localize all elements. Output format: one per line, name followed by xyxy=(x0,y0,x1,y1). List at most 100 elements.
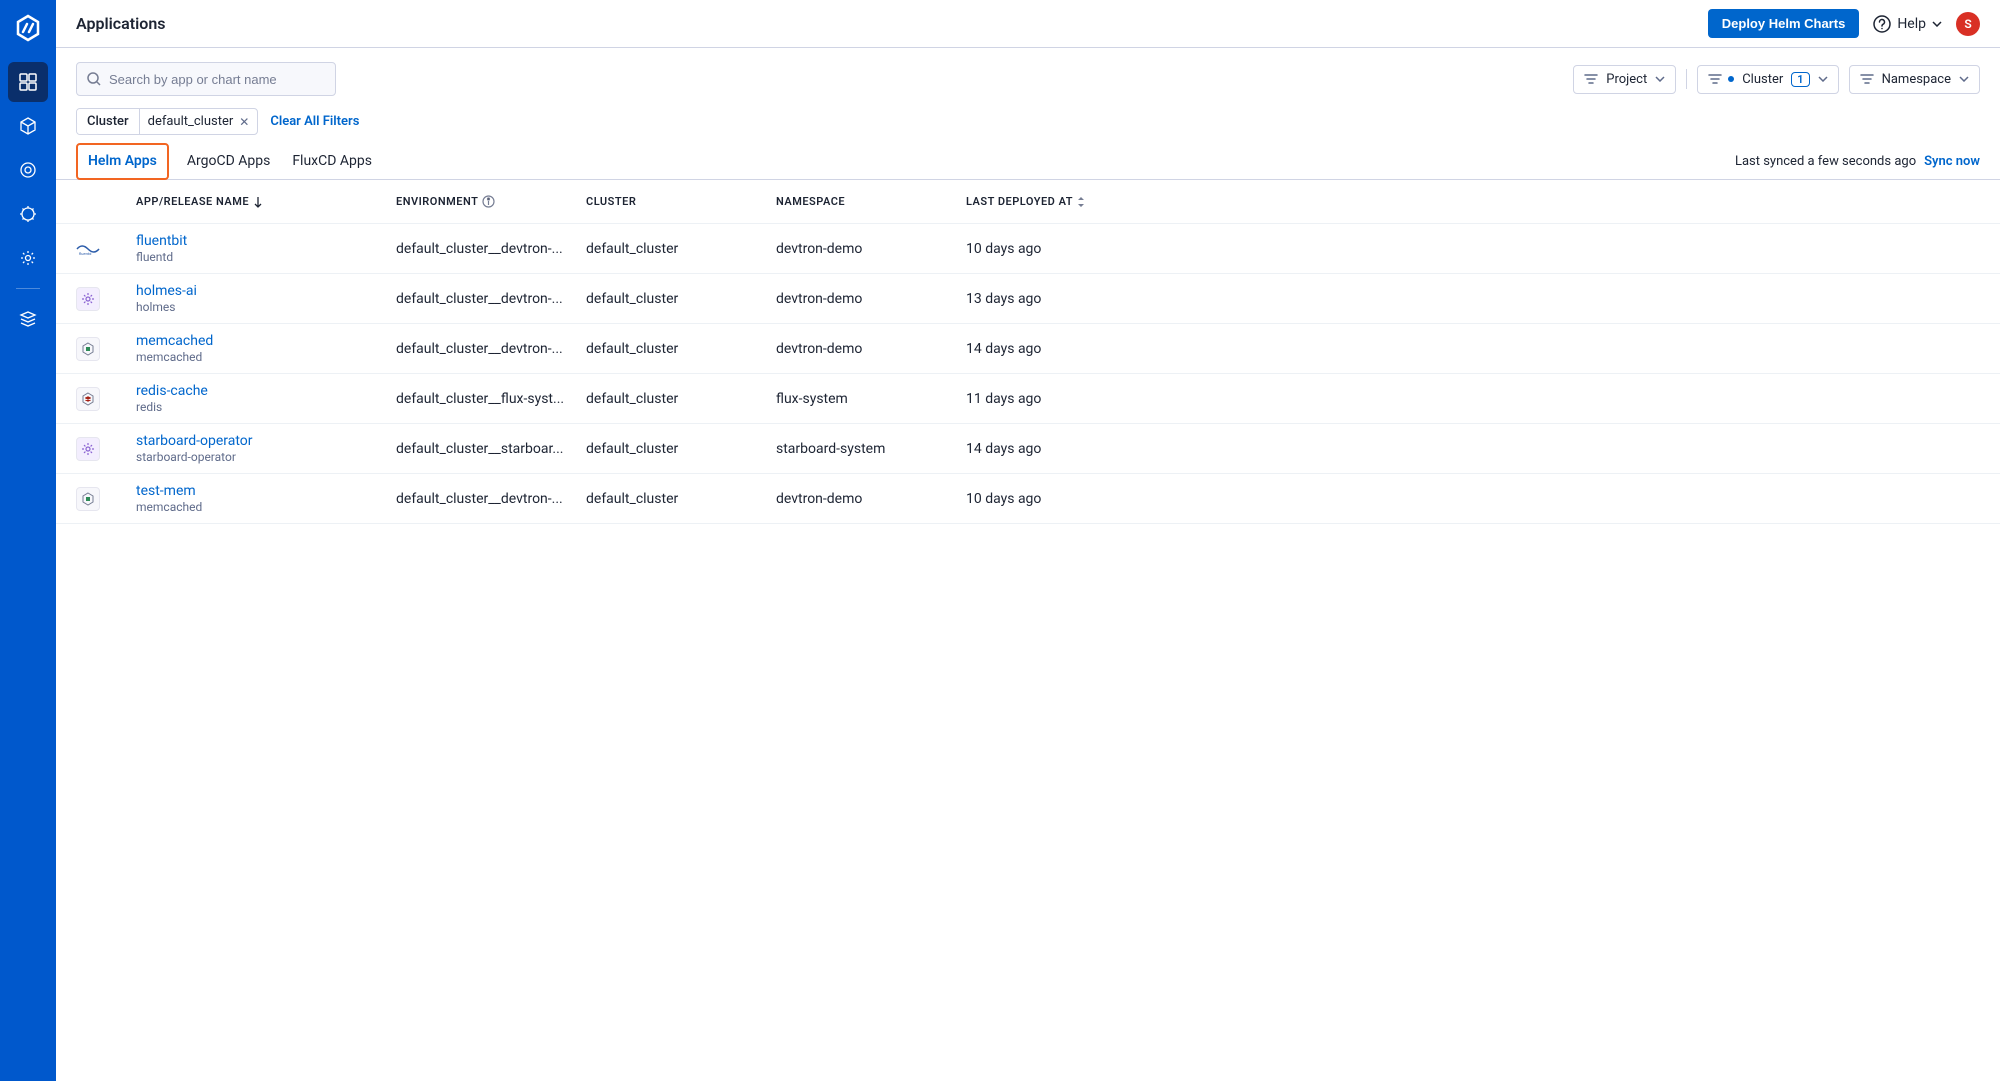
cluster-filter-count: 1 xyxy=(1791,72,1809,87)
info-icon xyxy=(482,195,495,208)
search-input[interactable] xyxy=(109,72,325,87)
chip-value: default_cluster xyxy=(148,114,234,129)
svg-text:fluentd: fluentd xyxy=(79,251,91,256)
app-chart-name: memcached xyxy=(136,500,396,514)
deploy-helm-button[interactable]: Deploy Helm Charts xyxy=(1708,9,1860,38)
cell-cluster: default_cluster xyxy=(586,341,776,357)
sort-down-icon xyxy=(253,196,263,208)
chevron-down-icon xyxy=(1932,21,1942,27)
nav-applications[interactable] xyxy=(8,62,48,102)
chevron-down-icon xyxy=(1655,76,1665,82)
col-cluster[interactable]: CLUSTER xyxy=(586,195,776,208)
app-logo xyxy=(8,8,48,48)
help-menu[interactable]: Help xyxy=(1873,15,1942,33)
chip-label: Cluster xyxy=(77,109,139,134)
cell-environment: default_cluster__devtron-... xyxy=(396,241,586,257)
tab-fluxcd-apps[interactable]: FluxCD Apps xyxy=(288,143,376,179)
cell-cluster: default_cluster xyxy=(586,491,776,507)
namespace-filter[interactable]: Namespace xyxy=(1849,65,1980,94)
cell-namespace: devtron-demo xyxy=(776,241,966,257)
cell-environment: default_cluster__devtron-... xyxy=(396,491,586,507)
clear-all-filters[interactable]: Clear All Filters xyxy=(270,114,359,129)
cell-namespace: devtron-demo xyxy=(776,491,966,507)
cell-deployed: 14 days ago xyxy=(966,341,1156,357)
search-icon xyxy=(87,72,101,86)
apps-table: APP/RELEASE NAME ENVIRONMENT CLUSTER NAM… xyxy=(56,180,2000,524)
app-chart-name: holmes xyxy=(136,300,396,314)
chevron-down-icon xyxy=(1959,76,1969,82)
fluentd-icon: fluentd xyxy=(76,237,100,261)
cell-cluster: default_cluster xyxy=(586,241,776,257)
table-row: fluentd fluentbit fluentd default_cluste… xyxy=(56,224,2000,274)
app-link[interactable]: memcached xyxy=(136,333,396,349)
active-filter-chip: Cluster default_cluster ✕ xyxy=(76,108,258,135)
search-box[interactable] xyxy=(76,62,336,96)
col-deployed[interactable]: LAST DEPLOYED AT xyxy=(966,195,1156,208)
gear-icon xyxy=(19,249,37,267)
nav-settings[interactable] xyxy=(8,238,48,278)
filter-icon xyxy=(1708,73,1722,85)
cluster-filter[interactable]: Cluster 1 xyxy=(1697,65,1838,94)
tab-argocd-apps[interactable]: ArgoCD Apps xyxy=(183,143,274,179)
col-namespace[interactable]: NAMESPACE xyxy=(776,195,966,208)
cube-icon xyxy=(19,117,37,135)
table-row: starboard-operator starboard-operator de… xyxy=(56,424,2000,474)
tab-helm-apps[interactable]: Helm Apps xyxy=(76,143,169,180)
app-chart-name: memcached xyxy=(136,350,396,364)
filter-icon xyxy=(1860,73,1874,85)
app-link[interactable]: test-mem xyxy=(136,483,396,499)
gear-purple-icon xyxy=(76,437,100,461)
sidebar xyxy=(0,0,56,1081)
col-app-name[interactable]: APP/RELEASE NAME xyxy=(136,195,396,208)
redis-icon xyxy=(76,387,100,411)
cell-deployed: 10 days ago xyxy=(966,241,1156,257)
app-chart-name: fluentd xyxy=(136,250,396,264)
cell-cluster: default_cluster xyxy=(586,391,776,407)
col-environment[interactable]: ENVIRONMENT xyxy=(396,195,586,208)
cell-cluster: default_cluster xyxy=(586,291,776,307)
remove-chip-button[interactable]: ✕ xyxy=(239,115,249,129)
table-row: memcached memcached default_cluster__dev… xyxy=(56,324,2000,374)
target-icon xyxy=(19,161,37,179)
db-icon xyxy=(76,337,100,361)
cell-deployed: 10 days ago xyxy=(966,491,1156,507)
app-link[interactable]: holmes-ai xyxy=(136,283,396,299)
chevron-down-icon xyxy=(1818,76,1828,82)
nav-stack[interactable] xyxy=(8,299,48,339)
table-row: holmes-ai holmes default_cluster__devtro… xyxy=(56,274,2000,324)
nav-helm[interactable] xyxy=(8,194,48,234)
nav-target[interactable] xyxy=(8,150,48,190)
cell-namespace: starboard-system xyxy=(776,441,966,457)
page-title: Applications xyxy=(76,14,165,33)
cell-environment: default_cluster__flux-syst... xyxy=(396,391,586,407)
project-filter[interactable]: Project xyxy=(1573,65,1676,94)
table-row: test-mem memcached default_cluster__devt… xyxy=(56,474,2000,524)
sidebar-divider xyxy=(16,288,40,289)
filter-icon xyxy=(1584,73,1598,85)
stack-icon xyxy=(19,310,37,328)
sync-now-button[interactable]: Sync now xyxy=(1924,154,1980,169)
gear-purple-icon xyxy=(76,287,100,311)
app-link[interactable]: redis-cache xyxy=(136,383,396,399)
active-dot-icon xyxy=(1728,76,1734,82)
app-link[interactable]: starboard-operator xyxy=(136,433,396,449)
app-type-tabs: Helm Apps ArgoCD Apps FluxCD Apps xyxy=(76,143,376,179)
cell-namespace: flux-system xyxy=(776,391,966,407)
app-chart-name: redis xyxy=(136,400,396,414)
cell-environment: default_cluster__devtron-... xyxy=(396,341,586,357)
table-header: APP/RELEASE NAME ENVIRONMENT CLUSTER NAM… xyxy=(56,180,2000,224)
sort-both-icon xyxy=(1077,196,1085,208)
cell-cluster: default_cluster xyxy=(586,441,776,457)
nav-cube[interactable] xyxy=(8,106,48,146)
db-icon xyxy=(76,487,100,511)
user-avatar[interactable]: S xyxy=(1956,12,1980,36)
app-link[interactable]: fluentbit xyxy=(136,233,396,249)
helm-icon xyxy=(19,205,37,223)
cell-namespace: devtron-demo xyxy=(776,291,966,307)
cell-deployed: 11 days ago xyxy=(966,391,1156,407)
main-content: Applications Deploy Helm Charts Help S P xyxy=(56,0,2000,1081)
help-label: Help xyxy=(1897,16,1926,32)
table-row: redis-cache redis default_cluster__flux-… xyxy=(56,374,2000,424)
cell-deployed: 13 days ago xyxy=(966,291,1156,307)
last-synced-text: Last synced a few seconds ago xyxy=(1735,154,1916,169)
